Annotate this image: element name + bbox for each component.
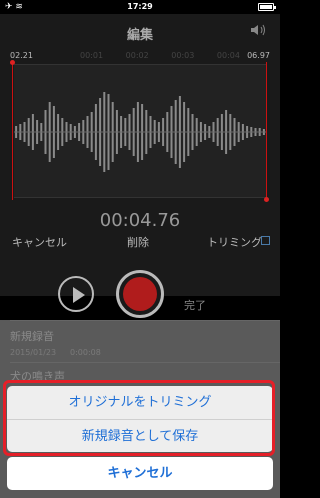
play-button[interactable]	[58, 276, 94, 312]
cancel-button[interactable]: キャンセル	[7, 457, 273, 490]
speaker-icon[interactable]	[250, 24, 268, 36]
trim-handle-right-dot[interactable]	[264, 197, 269, 202]
trim-handle-right[interactable]	[266, 62, 267, 200]
recording-editor: 編集 02.21 06.97 00:01 00:02 00:03 00:04 0…	[0, 14, 280, 318]
delete-button[interactable]: 削除	[127, 234, 149, 250]
done-button[interactable]: 完了	[184, 297, 206, 313]
trim-handle-left-dot[interactable]	[10, 60, 15, 65]
trim-icon[interactable]	[261, 236, 270, 245]
trim-button[interactable]: トリミング	[207, 234, 262, 250]
elapsed-time: 00:04.76	[99, 210, 181, 231]
status-bar: ✈ ≋ 17:29	[0, 0, 280, 14]
waveform[interactable]	[14, 64, 266, 198]
list-item-date: 2015/01/23	[10, 348, 57, 357]
highlight-box	[3, 380, 275, 456]
divider	[10, 320, 280, 321]
trim-handle-left[interactable]	[12, 62, 13, 200]
list-item-title[interactable]: 新規録音	[10, 328, 54, 344]
list-item-duration: 0:00:08	[70, 348, 101, 357]
cancel-edit-button[interactable]: キャンセル	[12, 234, 67, 250]
tick-label: 00:01	[80, 51, 104, 60]
edit-toolbar: キャンセル 削除 トリミング	[10, 234, 270, 250]
status-time: 17:29	[127, 2, 153, 11]
tick-label: 00:04	[216, 51, 240, 60]
divider	[10, 362, 280, 363]
page-title: 編集	[126, 28, 153, 43]
timeline-ticks: 00:01 00:02 00:03 00:04	[80, 51, 240, 60]
waveform-graphic	[14, 92, 266, 172]
trim-start-time: 02.21	[10, 51, 33, 60]
tick-label: 00:03	[171, 51, 195, 60]
tick-label: 00:02	[125, 51, 149, 60]
record-button[interactable]	[116, 270, 164, 318]
battery-icon	[258, 3, 276, 11]
trim-end-time: 06.97	[247, 51, 270, 60]
